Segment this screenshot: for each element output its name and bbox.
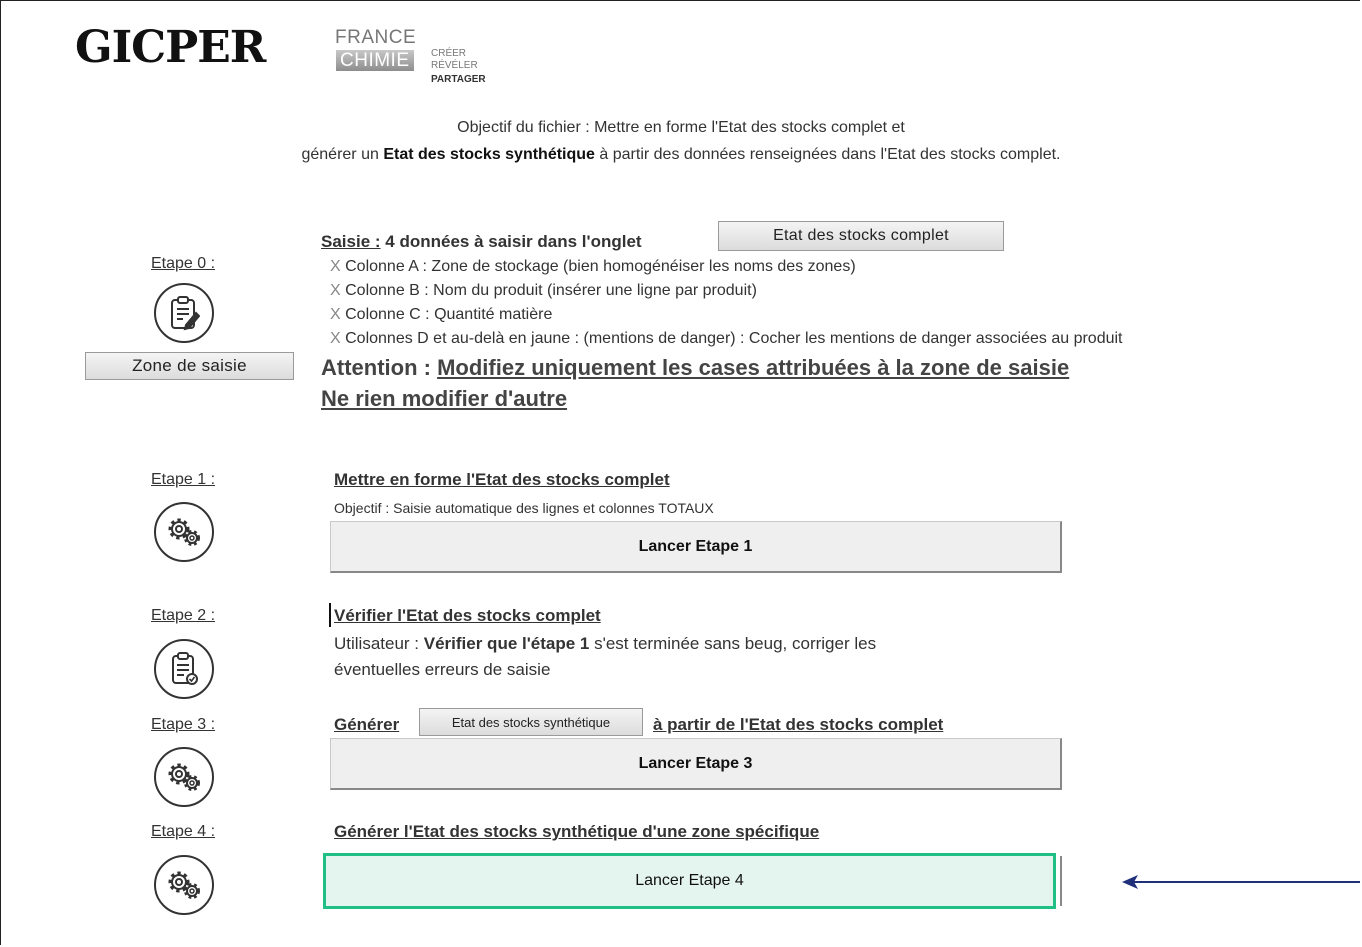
bullet-text: Colonnes D et au-delà en jaune : (mentio… [345, 330, 1123, 347]
logo-line2: CHIMIE [336, 50, 414, 71]
bullet-col-a: X Colonne A : Zone de stockage (bien hom… [330, 258, 856, 276]
clipboard-check-icon [154, 639, 214, 699]
x-mark: X [330, 330, 341, 347]
logo-tag1: CRÉER [431, 48, 467, 59]
step1-objective: Objectif : Saisie automatique des lignes… [334, 500, 714, 516]
attention-line2: Ne rien modifier d'autre [321, 386, 567, 412]
gicper-logo: GICPER [75, 22, 266, 73]
zone-de-saisie-button[interactable]: Zone de saisie [85, 352, 294, 380]
lancer-etape-3-button[interactable]: Lancer Etape 3 [330, 738, 1062, 790]
step3-heading-pre: Générer [334, 715, 400, 734]
logo-tag3: PARTAGER [431, 74, 486, 85]
step3-heading-post: à partir de l'Etat des stocks complet [653, 715, 944, 734]
saisie-label: Saisie : [321, 232, 381, 251]
etat-stocks-synthetique-sheet-button[interactable]: Etat des stocks synthétique [419, 708, 643, 736]
step2-text-pre: Utilisateur : [334, 634, 424, 653]
step2-text-bold: Vérifier que l'étape 1 [423, 634, 590, 653]
intro-line1: Objectif du fichier : Mettre en forme l'… [457, 119, 905, 136]
bullet-col-b: X Colonne B : Nom du produit (insérer un… [330, 282, 757, 300]
gears-icon [154, 855, 214, 915]
intro-bold: Etat des stocks synthétique [383, 146, 595, 163]
bullet-text: Colonne C : Quantité matière [345, 306, 553, 323]
intro-line2: générer un Etat des stocks synthétique à… [0, 146, 1362, 164]
saisie-text: 4 données à saisir dans l'onglet [380, 232, 642, 251]
x-mark: X [330, 258, 341, 275]
logo-line1: FRANCE [335, 27, 417, 48]
step2-heading: Vérifier l'Etat des stocks complet [334, 606, 601, 625]
intro-text-end: à partir des données renseignées dans l'… [594, 146, 1061, 163]
x-mark: X [330, 282, 341, 299]
attention-line1: Attention : Modifiez uniquement les case… [321, 355, 1069, 381]
lancer-etape-1-button[interactable]: Lancer Etape 1 [330, 521, 1062, 573]
lancer-etape-4-button[interactable]: Lancer Etape 4 [323, 853, 1056, 909]
step1-label: Etape 1 : [151, 471, 216, 488]
attention-line2-text: Ne rien modifier d'autre [321, 386, 568, 411]
clipboard-edit-icon [154, 283, 214, 343]
gears-icon [154, 502, 214, 562]
step2-text: Utilisateur : Vérifier que l'étape 1 s'e… [334, 634, 876, 654]
step2-text-post: s'est terminée sans beug, corriger les [589, 634, 877, 653]
bullet-text: Colonne B : Nom du produit (insérer une … [345, 282, 757, 299]
step0-heading: Saisie : 4 données à saisir dans l'ongle… [321, 232, 642, 252]
step1-heading: Mettre en forme l'Etat des stocks comple… [334, 470, 670, 489]
bullet-col-d: X Colonnes D et au-delà en jaune : (ment… [330, 330, 1122, 348]
step2-text-line2: éventuelles erreurs de saisie [334, 660, 551, 679]
button-shadow [1056, 856, 1062, 906]
attention-text: Modifiez uniquement les cases attribuées… [437, 355, 1070, 380]
etat-stocks-complet-sheet-button[interactable]: Etat des stocks complet [718, 221, 1004, 251]
step2-label: Etape 2 : [151, 607, 216, 624]
step0-label: Etape 0 : [151, 255, 216, 272]
bullet-text: Colonne A : Zone de stockage (bien homog… [345, 258, 856, 275]
attention-prefix: Attention : [321, 355, 438, 380]
arrow-left-icon [1122, 875, 1360, 889]
x-mark: X [330, 306, 341, 323]
gears-icon [154, 747, 214, 807]
step4-heading: Générer l'Etat des stocks synthétique d'… [334, 822, 820, 841]
intro-text: générer un [301, 146, 384, 163]
step4-label: Etape 4 : [151, 823, 216, 840]
step3-label: Etape 3 : [151, 716, 216, 733]
bullet-col-c: X Colonne C : Quantité matière [330, 306, 552, 324]
logo-tag2: RÉVÉLER [431, 60, 478, 71]
text-cursor [329, 603, 331, 627]
